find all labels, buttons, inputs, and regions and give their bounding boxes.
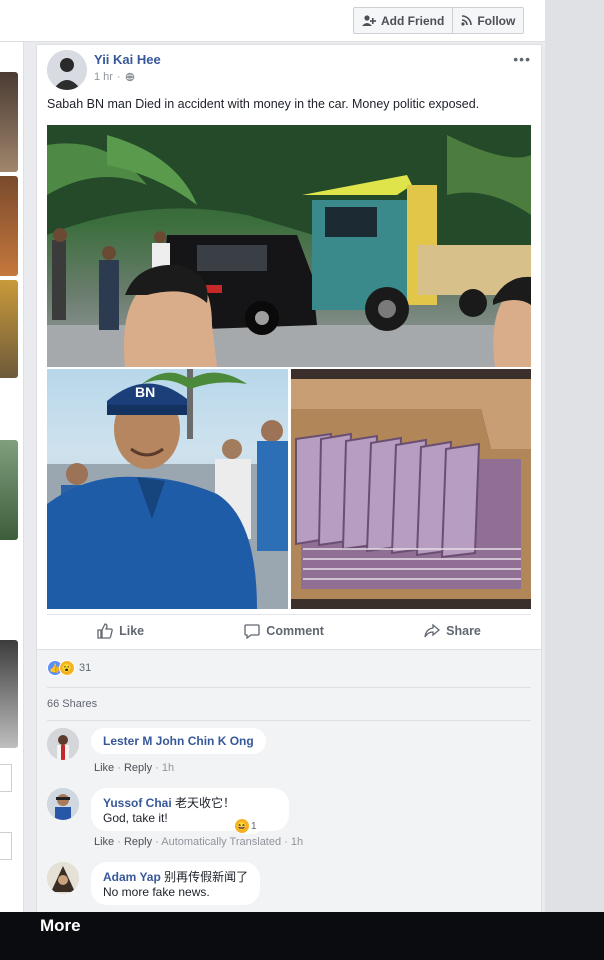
more-bar: More [0, 912, 604, 960]
reaction-summary[interactable]: 👍 😮 31 [47, 660, 91, 676]
post-meta: 1 hr · [94, 71, 135, 83]
left-input-box[interactable] [0, 832, 12, 860]
more-button[interactable]: More [40, 916, 81, 936]
left-thumbnail[interactable] [0, 440, 18, 540]
profile-action-bar: Add Friend Follow [0, 0, 545, 42]
comment-button[interactable]: Comment [244, 623, 324, 639]
comment-like-link[interactable]: Like [94, 762, 114, 774]
author-name[interactable]: Yii Kai Hee [94, 52, 161, 67]
politician-photo[interactable]: BN [47, 369, 288, 609]
post-time[interactable]: 1 hr [94, 71, 113, 83]
left-thumbnail[interactable] [0, 640, 18, 748]
tagged-user[interactable]: Chin K Ong [188, 734, 254, 748]
comment-reply-link[interactable]: Reply [124, 836, 152, 848]
follow-label: Follow [477, 13, 516, 28]
comment-like-link[interactable]: Like [94, 836, 114, 848]
commenter-avatar[interactable] [47, 788, 79, 820]
commenter-name[interactable]: Lester M John [103, 734, 184, 748]
comment-reaction-count: 1 [251, 820, 257, 832]
comment-reaction-badge[interactable]: 😆 1 [234, 818, 261, 834]
cash-box-photo[interactable] [291, 369, 531, 609]
comment-actions: Like · Reply · 1h [94, 762, 175, 774]
like-label: Like [119, 623, 145, 638]
shares-count[interactable]: 66 Shares [47, 698, 97, 710]
comment-bubble: Adam Yap 别再传假新闻了 No more fake news. [91, 862, 261, 905]
share-arrow-icon [424, 623, 441, 637]
more-options-icon[interactable]: ••• [513, 51, 531, 67]
comment-time[interactable]: 1h [291, 836, 303, 848]
comment-text: 老天收它！ [175, 796, 236, 810]
add-friend-icon [362, 14, 376, 26]
commenter-name[interactable]: Adam Yap [103, 870, 161, 884]
left-thumbnail[interactable] [0, 280, 18, 378]
divider [47, 720, 531, 721]
haha-reaction-icon: 😆 [235, 819, 249, 833]
comment-actions: Like · Reply · Automatically Translated … [94, 836, 304, 848]
reaction-count: 31 [79, 662, 92, 674]
comments-section: 👍 😮 31 66 Shares Lester M John Chin K On… [36, 650, 542, 912]
comment-text: 别再传假新闻了 [164, 870, 249, 884]
comment-time[interactable]: 1h [162, 762, 174, 774]
right-gutter [545, 0, 604, 912]
commenter-avatar[interactable] [47, 728, 79, 760]
left-thumbnail[interactable] [0, 72, 18, 172]
globe-icon [125, 72, 134, 82]
left-thumbnail[interactable] [0, 176, 18, 276]
wow-reaction-icon: 😮 [59, 660, 75, 676]
commenter-avatar[interactable] [47, 862, 79, 894]
author-avatar[interactable] [47, 50, 87, 90]
share-label: Share [446, 623, 481, 638]
add-friend-button[interactable]: Add Friend [354, 8, 452, 33]
post-action-bar: Like Comment Share [47, 614, 531, 646]
comment-reply-link[interactable]: Reply [124, 762, 152, 774]
add-friend-label: Add Friend [381, 13, 445, 28]
comment-bubble: Lester M John Chin K Ong [91, 728, 266, 754]
like-button[interactable]: Like [97, 622, 145, 639]
divider [47, 687, 531, 688]
profile-buttons: Add Friend Follow [353, 7, 525, 34]
comment-translation: No more fake news. [103, 885, 210, 899]
share-button[interactable]: Share [424, 623, 481, 639]
commenter-name[interactable]: Yussof Chai [103, 796, 172, 810]
svg-text:BN: BN [135, 384, 155, 400]
comment-label: Comment [266, 623, 324, 638]
follow-button[interactable]: Follow [452, 8, 523, 33]
post-text: Sabah BN man Died in accident with money… [47, 97, 480, 111]
left-column [0, 42, 24, 912]
post-card: Yii Kai Hee 1 hr · ••• Sabah BN man Died… [36, 44, 542, 650]
thumbs-up-icon [97, 622, 113, 639]
auto-translated-link[interactable]: Automatically Translated [161, 836, 281, 848]
rss-icon [461, 15, 473, 26]
left-input-box[interactable] [0, 764, 12, 792]
crash-photo[interactable] [47, 125, 531, 367]
comment-bubble-icon [244, 623, 260, 639]
